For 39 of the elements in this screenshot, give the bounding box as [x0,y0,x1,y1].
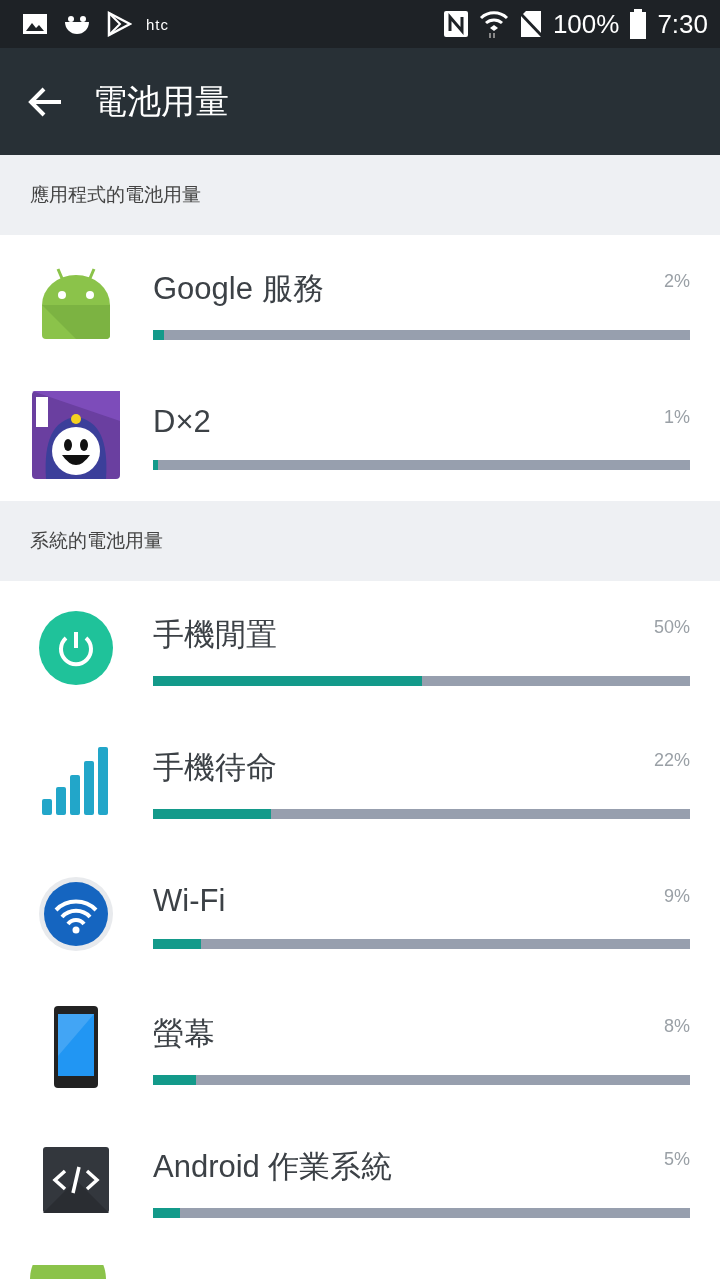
battery-usage-item[interactable]: Android 作業系統 5% [0,1113,720,1246]
phone-icon [54,1005,98,1088]
battery-icon [629,9,648,39]
code-icon [43,1146,109,1213]
signal-icon [41,746,111,815]
item-name: Wi-Fi [153,882,226,919]
item-name: D×2 [153,403,211,440]
battery-usage-item[interactable]: 螢幕 8% [0,980,720,1113]
clock: 7:30 [657,8,708,40]
usage-percentage: 8% [664,1015,690,1037]
usage-percentage: 1% [664,406,690,428]
back-arrow-icon[interactable] [27,85,63,118]
item-name: 手機閒置 [153,615,277,654]
item-name: Google 服務 [153,269,324,308]
wifi-icon [38,875,114,952]
item-name: Android 作業系統 [153,1147,393,1186]
wifi-icon [478,9,509,39]
item-name: 手機待命 [153,748,277,787]
play-store-icon [106,11,132,37]
notification-text: htc [146,15,169,33]
usage-percentage: 50% [653,616,690,638]
usage-percentage: 9% [664,885,690,907]
battery-percentage: 100% [552,8,620,40]
no-sim-icon [518,10,543,38]
usage-percentage: 2% [664,270,690,292]
page-title: 電池用量 [93,79,229,123]
usage-percentage: 22% [653,749,690,771]
battery-usage-item[interactable]: 手機閒置 50% [0,581,720,714]
power-icon [38,609,114,686]
image-icon [22,12,48,36]
battery-usage-item[interactable]: Wi-Fi 9% [0,847,720,980]
nfc-icon [442,10,469,38]
item-name: 螢幕 [153,1014,215,1053]
section-title: 系統的電池用量 [30,528,163,553]
battery-usage-item[interactable]: Google 服務 2% [0,235,720,368]
battery-usage-item[interactable]: 手機待命 22% [0,714,720,847]
section-title: 應用程式的電池用量 [30,182,201,207]
battery-usage-item[interactable]: D×2 1% [0,368,720,501]
usage-percentage: 5% [664,1148,690,1170]
